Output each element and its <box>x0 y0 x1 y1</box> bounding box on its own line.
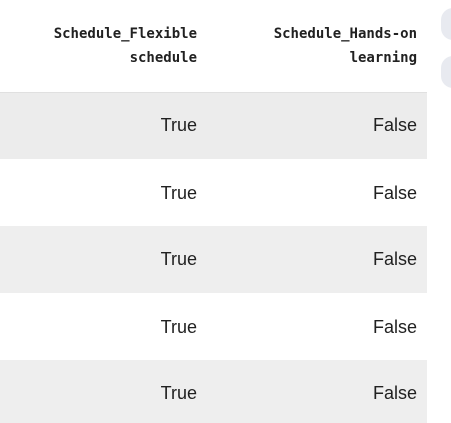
table-row: True False <box>0 159 427 226</box>
table-row: True False <box>0 293 427 360</box>
table-cell: False <box>372 383 417 403</box>
table-cell: False <box>372 316 417 337</box>
column-header-line: Schedule_Hands-on <box>273 26 417 42</box>
table-row: True False <box>0 360 427 423</box>
column-header-line: schedule <box>129 50 197 66</box>
action-button-icon[interactable] <box>441 8 451 40</box>
action-button-icon[interactable] <box>441 56 451 88</box>
column-header-schedule-hands-on[interactable]: Schedule_Hands-on learning <box>207 0 427 92</box>
table-header-row: Schedule_Flexible schedule Schedule_Hand… <box>0 0 427 92</box>
dataframe-output: Schedule_Flexible schedule Schedule_Hand… <box>0 0 451 423</box>
table-row: True False <box>0 226 427 293</box>
table-cell: True <box>160 182 197 203</box>
table-cell: True <box>160 249 197 269</box>
table-cell: True <box>160 316 197 337</box>
column-header-line: Schedule_Flexible <box>53 26 197 42</box>
table-cell: False <box>372 115 417 136</box>
dataframe-table: Schedule_Flexible schedule Schedule_Hand… <box>0 0 427 423</box>
column-header-schedule-flexible[interactable]: Schedule_Flexible schedule <box>0 0 207 92</box>
table-row: True False <box>0 92 427 159</box>
table-cell: False <box>372 182 417 203</box>
column-header-line: learning <box>349 50 417 66</box>
table-cell: True <box>160 115 197 136</box>
table-cell: False <box>372 249 417 269</box>
table-cell: True <box>160 383 197 403</box>
